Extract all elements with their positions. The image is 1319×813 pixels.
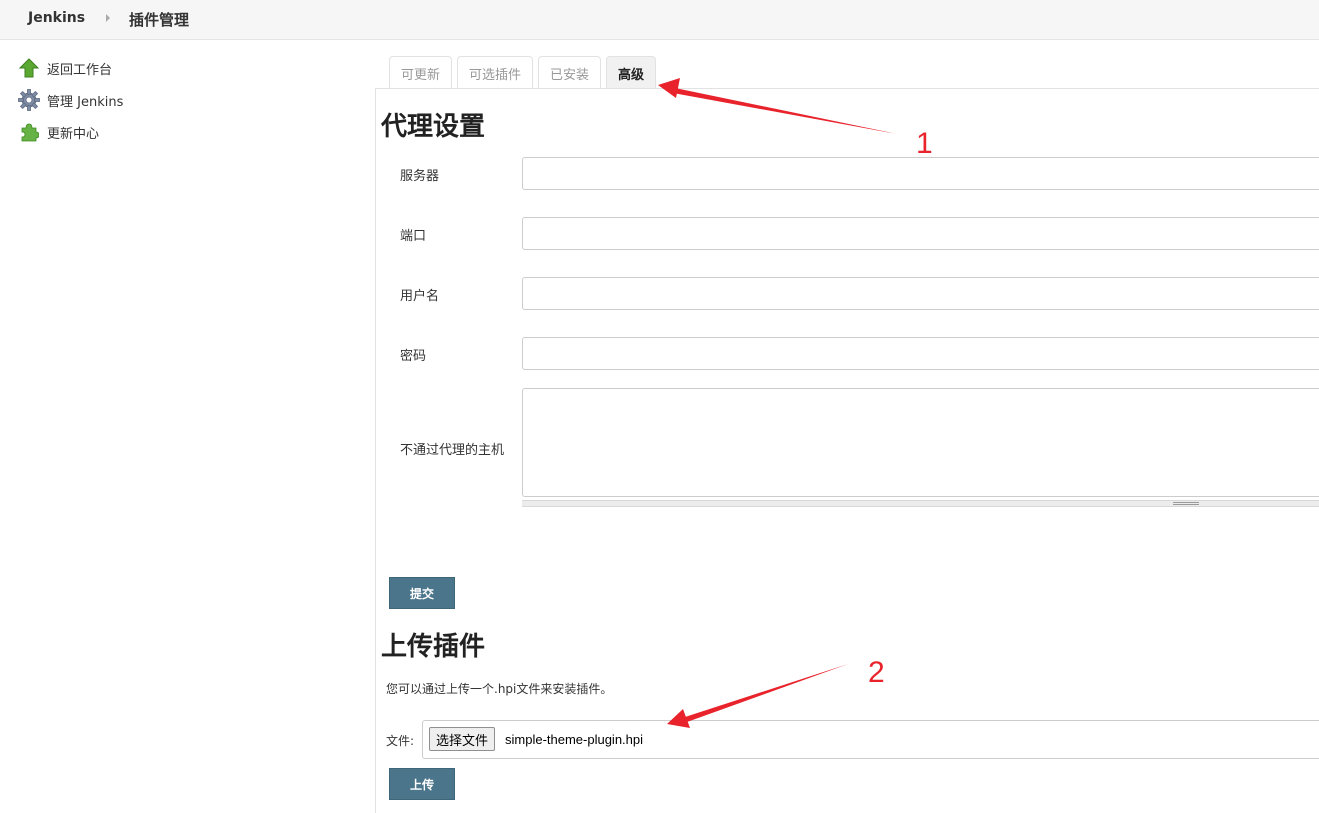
sidebar-item-update-center[interactable]: 更新中心 xyxy=(18,121,99,143)
upload-description: 您可以通过上传一个.hpi文件来安装插件。 xyxy=(386,682,613,696)
upload-button[interactable]: 上传 xyxy=(389,768,455,800)
file-label: 文件: xyxy=(386,734,415,748)
server-label: 服务器 xyxy=(400,169,440,184)
username-label: 用户名 xyxy=(400,289,440,304)
proxy-settings-heading: 代理设置 xyxy=(381,112,486,142)
breadcrumb: Jenkins 插件管理 xyxy=(0,0,1319,40)
breadcrumb-home-link[interactable]: Jenkins xyxy=(28,10,85,26)
up-arrow-icon xyxy=(18,57,40,79)
no-proxy-hosts-label: 不通过代理的主机 xyxy=(400,443,505,458)
password-input[interactable] xyxy=(522,337,1319,370)
port-input[interactable] xyxy=(522,217,1319,250)
tab-advanced[interactable]: 高级 xyxy=(606,56,657,89)
selected-file-name: simple-theme-plugin.hpi xyxy=(505,732,644,747)
resize-grip-icon xyxy=(1173,502,1199,505)
breadcrumb-separator-icon xyxy=(106,14,110,22)
sidebar-item-label: 管理 Jenkins xyxy=(47,94,124,110)
sidebar-item-label: 返回工作台 xyxy=(47,62,113,78)
server-input[interactable] xyxy=(522,157,1319,190)
password-label: 密码 xyxy=(400,349,427,364)
gear-icon xyxy=(18,89,40,111)
port-label: 端口 xyxy=(400,229,427,244)
tab-updates[interactable]: 可更新 xyxy=(389,56,453,89)
sidebar-item-label: 更新中心 xyxy=(47,126,100,142)
tab-installed[interactable]: 已安装 xyxy=(538,56,602,89)
upload-plugin-heading: 上传插件 xyxy=(381,632,486,662)
sidebar-item-manage-jenkins[interactable]: 管理 Jenkins xyxy=(18,89,123,111)
submit-button[interactable]: 提交 xyxy=(389,577,455,609)
annotation-number-2: 2 xyxy=(868,656,885,689)
textarea-resize-handle[interactable] xyxy=(522,500,1319,507)
tab-available[interactable]: 可选插件 xyxy=(457,56,534,89)
username-input[interactable] xyxy=(522,277,1319,310)
breadcrumb-current: 插件管理 xyxy=(129,11,190,29)
sidebar-item-back-to-dashboard[interactable]: 返回工作台 xyxy=(18,57,112,79)
plugin-manager-tabs: 可更新 可选插件 已安装 高级 xyxy=(389,56,661,89)
choose-file-button[interactable]: 选择文件 xyxy=(429,727,496,751)
no-proxy-hosts-textarea[interactable] xyxy=(522,388,1319,497)
annotation-number-1: 1 xyxy=(916,127,933,160)
puzzle-icon xyxy=(18,121,40,143)
